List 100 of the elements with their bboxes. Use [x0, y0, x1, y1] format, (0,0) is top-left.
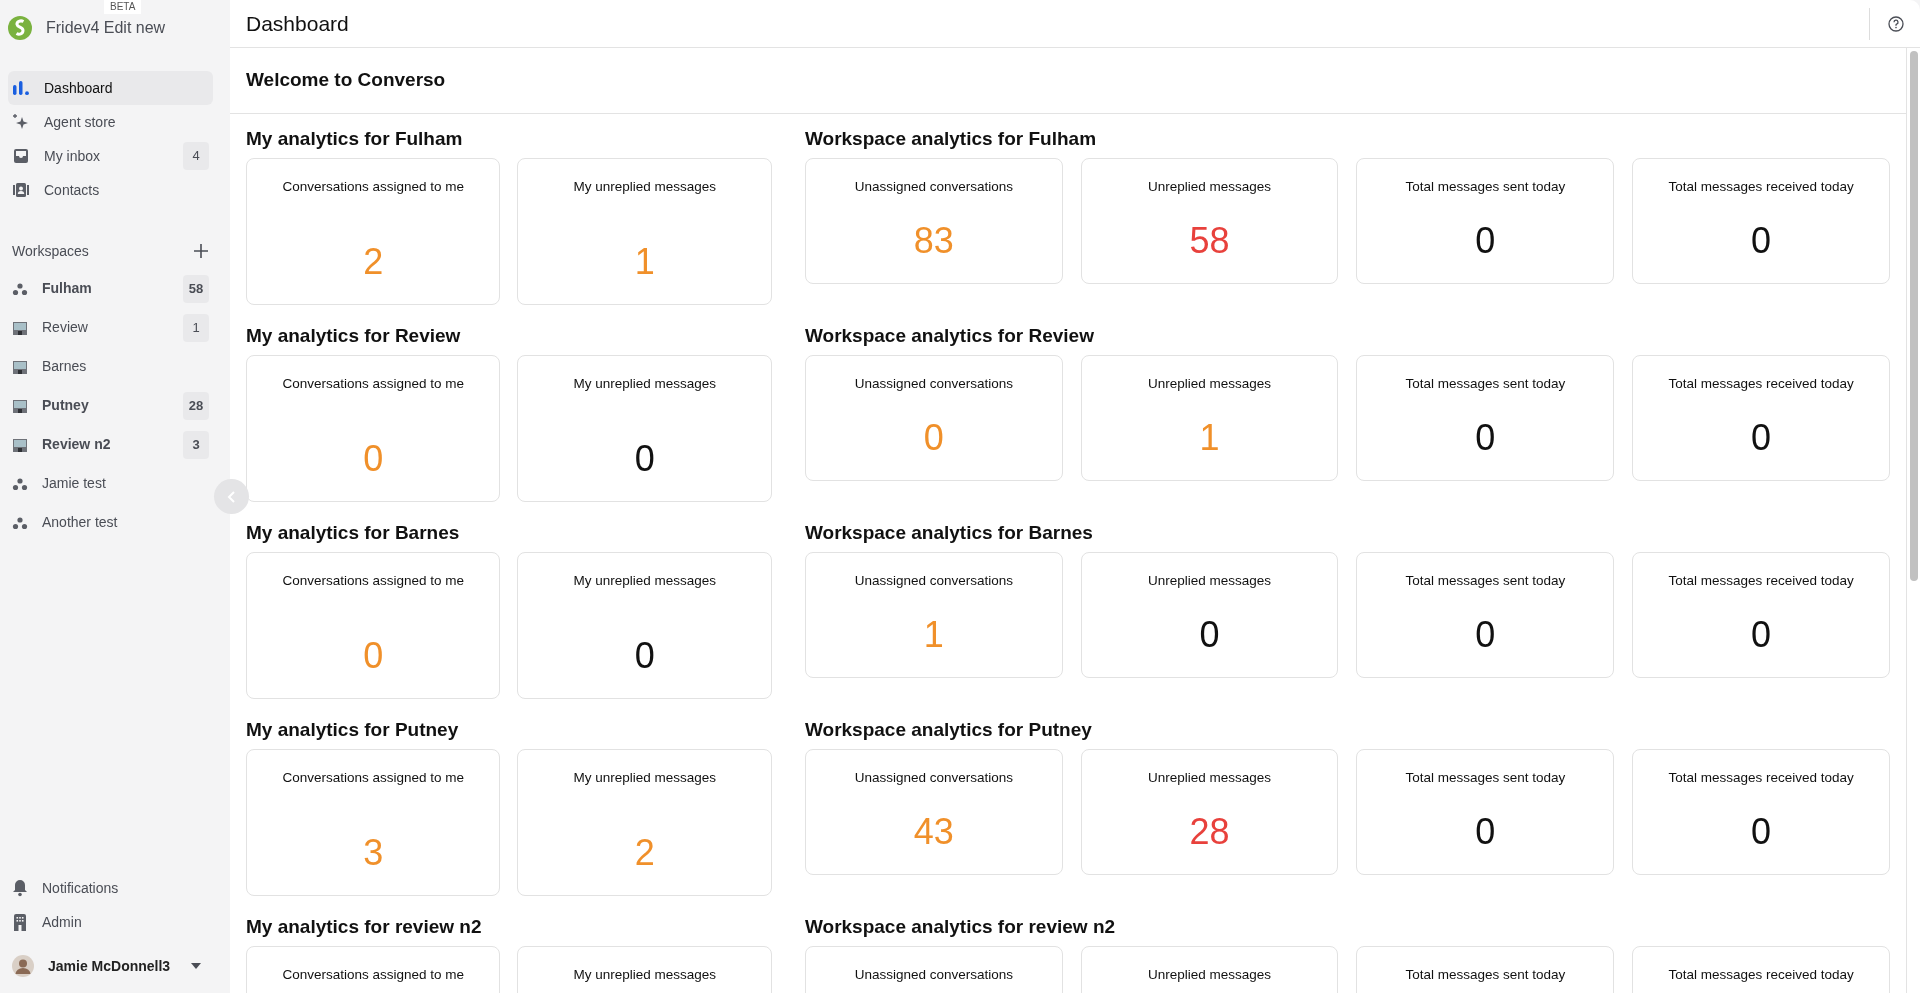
stat-value: 0	[363, 437, 384, 481]
stat-label: Unassigned conversations	[854, 178, 1013, 196]
chart-icon	[12, 80, 30, 96]
stat-value: 43	[913, 810, 954, 854]
app-name: Fridev4 Edit new	[46, 17, 166, 38]
stat-value: 0	[1751, 613, 1772, 657]
stat-label: Total messages sent today	[1405, 769, 1566, 787]
section-heading: Workspace analytics for Review	[804, 325, 1095, 347]
stat-label: Unreplied messages	[1148, 769, 1272, 787]
workspace-item[interactable]: Another test	[8, 503, 213, 542]
stat-value: 0	[1475, 219, 1496, 263]
stat-label: Total messages received today	[1668, 966, 1854, 984]
building-icon	[12, 398, 28, 413]
stat-label: Total messages sent today	[1405, 572, 1566, 590]
stat-value: 1	[1199, 416, 1220, 460]
nav-item[interactable]: Dashboard	[8, 71, 213, 105]
stat-label: Unreplied messages	[1148, 572, 1272, 590]
stat-label: Total messages received today	[1668, 769, 1854, 787]
stat-value: 0	[363, 634, 384, 678]
stat-value: 0	[634, 437, 655, 481]
workspace-item[interactable]: Fulham 58	[8, 269, 213, 308]
section-heading: Workspace analytics for Putney	[804, 719, 1093, 741]
stat-value: 83	[913, 219, 954, 263]
user-menu[interactable]: Jamie McDonnell3	[8, 943, 213, 989]
section-heading: Workspace analytics for Fulham	[804, 128, 1098, 150]
nav-item[interactable]: Contacts	[8, 173, 213, 207]
workspace-item[interactable]: Review 1	[8, 308, 213, 347]
workspace-item[interactable]: Putney 28	[8, 386, 213, 425]
count-badge: 58	[183, 274, 209, 303]
stat-label: Total messages sent today	[1405, 375, 1566, 393]
page-title: Dashboard	[246, 10, 349, 37]
workspace-item[interactable]: Jamie test	[8, 464, 213, 503]
beta-tag: BETA	[104, 0, 142, 14]
workspace-item[interactable]: Review n2 3	[8, 425, 213, 464]
nav-item[interactable]: Agent store	[8, 105, 213, 139]
stat-value: 2	[363, 240, 384, 284]
count-badge: 4	[183, 142, 209, 170]
building-icon	[12, 437, 28, 452]
help-icon[interactable]	[1888, 15, 1904, 32]
stat-value: 0	[1751, 416, 1772, 460]
stat-value: 0	[1751, 810, 1772, 854]
count-badge: 1	[183, 313, 209, 342]
contacts-icon	[12, 182, 30, 198]
stat-label: Total messages sent today	[1405, 966, 1566, 984]
office-building-icon	[12, 913, 28, 931]
stat-value: 1	[634, 240, 655, 284]
nav-item[interactable]: My inbox 4	[8, 139, 213, 173]
stat-value: 0	[1199, 613, 1220, 657]
section-heading: My analytics for Fulham	[246, 128, 464, 150]
app-logo	[8, 15, 32, 40]
stat-label: My unreplied messages	[573, 966, 716, 984]
stat-label: Total messages received today	[1668, 375, 1854, 393]
group-icon	[12, 281, 28, 296]
section-heading: Workspace analytics for Barnes	[804, 522, 1094, 544]
avatar-icon	[12, 955, 34, 977]
stat-value: 0	[1475, 810, 1496, 854]
building-icon	[12, 320, 28, 335]
stat-label: Unassigned conversations	[854, 769, 1013, 787]
stat-label: Unassigned conversations	[854, 572, 1013, 590]
scrollbar[interactable]	[1906, 48, 1920, 993]
stat-value: 28	[1189, 810, 1230, 854]
stat-label: Total messages received today	[1668, 572, 1854, 590]
group-icon	[12, 515, 28, 530]
caret-icon	[191, 963, 201, 969]
section-label: Workspaces	[12, 241, 89, 261]
nav-item[interactable]: Notifications	[8, 871, 213, 905]
section-heading: My analytics for review n2	[246, 916, 483, 938]
stat-value: 1	[923, 613, 944, 657]
count-badge: 28	[183, 391, 209, 420]
group-icon	[12, 476, 28, 491]
stat-label: Unassigned conversations	[854, 375, 1013, 393]
stat-label: Unassigned conversations	[854, 966, 1013, 984]
stat-label: Conversations assigned to me	[282, 769, 465, 787]
section-heading: Workspace analytics for review n2	[804, 916, 1117, 938]
count-badge: 3	[183, 430, 209, 459]
stat-label: Total messages received today	[1668, 178, 1854, 196]
stat-label: Conversations assigned to me	[282, 572, 465, 590]
add-icon[interactable]	[193, 243, 209, 259]
stat-value: 0	[1475, 613, 1496, 657]
stat-value: 0	[634, 634, 655, 678]
stat-value: 0	[1751, 219, 1772, 263]
stat-label: Conversations assigned to me	[282, 966, 465, 984]
section-heading: My analytics for Review	[246, 325, 462, 347]
welcome-heading: Welcome to Converso	[230, 48, 1906, 114]
stat-label: Total messages sent today	[1405, 178, 1566, 196]
nav-item[interactable]: Admin	[8, 905, 213, 939]
stat-label: My unreplied messages	[573, 769, 716, 787]
stat-value: 3	[363, 831, 384, 875]
stat-label: Conversations assigned to me	[282, 375, 465, 393]
stat-value: 0	[1475, 416, 1496, 460]
section-heading: My analytics for Barnes	[246, 522, 461, 544]
chevron-icon	[226, 490, 237, 503]
stat-label: Unreplied messages	[1148, 966, 1272, 984]
stat-label: My unreplied messages	[573, 572, 716, 590]
stat-label: Unreplied messages	[1148, 375, 1272, 393]
bell-icon	[12, 879, 28, 897]
stat-label: Conversations assigned to me	[282, 178, 465, 196]
building-icon	[12, 359, 28, 374]
stat-label: Unreplied messages	[1148, 178, 1272, 196]
workspace-item[interactable]: Barnes	[8, 347, 213, 386]
